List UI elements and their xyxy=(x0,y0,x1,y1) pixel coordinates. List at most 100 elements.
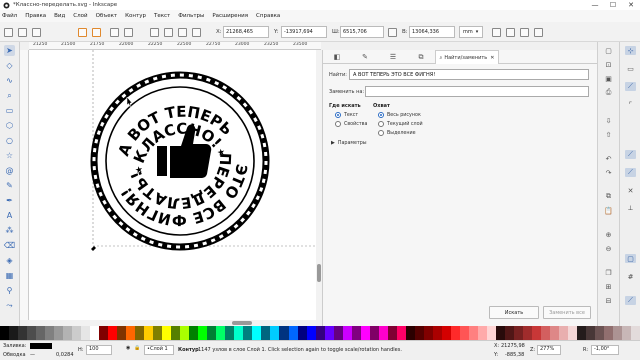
rotation-field[interactable]: -1,00° xyxy=(591,345,619,355)
tweak-tool-icon[interactable]: ∿ xyxy=(4,75,15,86)
palette-swatch[interactable] xyxy=(468,326,478,340)
rectangle-tool-icon[interactable]: ▭ xyxy=(4,105,15,116)
palette-swatch[interactable] xyxy=(117,326,127,340)
palette-swatch[interactable] xyxy=(405,326,415,340)
palette-swatch[interactable] xyxy=(54,326,64,340)
bucket-tool-icon[interactable]: ◈ xyxy=(4,255,15,266)
redo-icon[interactable]: ↷ xyxy=(603,168,614,177)
close-icon[interactable]: ✕ xyxy=(490,55,494,61)
palette-swatch[interactable] xyxy=(99,326,109,340)
pencil-tool-icon[interactable]: ✎ xyxy=(4,180,15,191)
tab-fill-stroke-icon[interactable]: ◧ xyxy=(323,50,351,64)
palette-swatch[interactable] xyxy=(423,326,433,340)
palette-swatch[interactable] xyxy=(153,326,163,340)
search-in-text-radio[interactable]: Текст xyxy=(335,112,358,118)
scrollbar-thumb[interactable] xyxy=(317,264,321,282)
import-icon[interactable]: ⇩ xyxy=(603,116,614,125)
palette-swatch[interactable] xyxy=(36,326,46,340)
fill-swatch[interactable] xyxy=(30,343,52,349)
menu-object[interactable]: Объект xyxy=(96,13,118,19)
palette-swatch[interactable] xyxy=(387,326,397,340)
lock-icon[interactable]: 🔒 xyxy=(134,345,140,355)
palette-swatch[interactable] xyxy=(622,326,632,340)
palette-swatch[interactable] xyxy=(315,326,325,340)
palette-swatch[interactable] xyxy=(18,326,28,340)
deselect-icon[interactable] xyxy=(32,28,41,37)
selector-tool-icon[interactable]: ➤ xyxy=(4,45,15,56)
rotate-cw-icon[interactable] xyxy=(92,28,101,37)
palette-swatch[interactable] xyxy=(477,326,487,340)
node-tool-icon[interactable]: ◇ xyxy=(4,60,15,71)
palette-swatch[interactable] xyxy=(9,326,19,340)
palette-swatch[interactable] xyxy=(171,326,181,340)
palette-swatch[interactable] xyxy=(567,326,577,340)
palette-swatch[interactable] xyxy=(90,326,100,340)
unit-select[interactable]: mm ▾ xyxy=(459,26,483,38)
tab-find-replace[interactable]: ⌕ Найти/заменить ✕ xyxy=(435,50,499,64)
palette-swatch[interactable] xyxy=(450,326,460,340)
ellipse-tool-icon[interactable]: ○ xyxy=(4,135,15,146)
palette-swatch[interactable] xyxy=(279,326,289,340)
palette-swatch[interactable] xyxy=(135,326,145,340)
palette-swatch[interactable] xyxy=(108,326,118,340)
menu-text[interactable]: Текст xyxy=(154,13,170,19)
palette-swatch[interactable] xyxy=(252,326,262,340)
menu-layer[interactable]: Слой xyxy=(73,13,87,19)
flip-vertical-icon[interactable] xyxy=(124,28,133,37)
raise-icon[interactable] xyxy=(164,28,173,37)
palette-swatch[interactable] xyxy=(45,326,55,340)
undo-icon[interactable]: ↶ xyxy=(603,154,614,163)
opacity-field[interactable]: 100 xyxy=(86,345,112,355)
palette-swatch[interactable] xyxy=(306,326,316,340)
snap-enable-icon[interactable]: ⊹ xyxy=(625,46,636,55)
scale-corners-icon[interactable] xyxy=(506,28,515,37)
palette-swatch[interactable] xyxy=(27,326,37,340)
rotate-ccw-icon[interactable] xyxy=(78,28,87,37)
scope-selection-radio[interactable]: Выделение xyxy=(378,130,416,136)
find-button[interactable]: Искать xyxy=(489,306,539,319)
zoom-field[interactable]: 277% xyxy=(537,345,561,355)
zoom-selection-icon[interactable]: ⊕ xyxy=(603,230,614,239)
palette-swatch[interactable] xyxy=(577,326,587,340)
layer-select[interactable]: •Слой 1 xyxy=(144,345,174,355)
palette-swatch[interactable] xyxy=(513,326,523,340)
ungroup-icon[interactable]: ⊟ xyxy=(603,296,614,305)
palette-swatch[interactable] xyxy=(243,326,253,340)
close-button[interactable]: ✕ xyxy=(622,0,640,10)
palette-swatch[interactable] xyxy=(522,326,532,340)
snap-nodes-icon[interactable]: ⟋ xyxy=(625,150,636,159)
palette-swatch[interactable] xyxy=(504,326,514,340)
palette-swatch[interactable] xyxy=(198,326,208,340)
spiral-tool-icon[interactable]: @ xyxy=(4,165,15,176)
flip-horizontal-icon[interactable] xyxy=(110,28,119,37)
menu-help[interactable]: Справка xyxy=(256,13,280,19)
palette-swatch[interactable] xyxy=(144,326,154,340)
find-input[interactable]: А ВОТ ТЕПЕРЬ ЭТО ВСЕ ФИГНЯ! xyxy=(349,69,589,80)
spray-tool-icon[interactable]: ⁂ xyxy=(4,225,15,236)
scope-all-radio[interactable]: Весь рисунок xyxy=(378,112,421,118)
snap-grid-icon[interactable]: # xyxy=(625,272,636,281)
print-icon[interactable]: ⎙ xyxy=(603,88,614,97)
transform-gradients-icon[interactable] xyxy=(520,28,529,37)
maximize-button[interactable]: ☐ xyxy=(604,0,622,10)
palette-swatch[interactable] xyxy=(162,326,172,340)
parameters-expander[interactable]: ▶ Параметры xyxy=(331,140,367,146)
replace-input[interactable] xyxy=(365,86,589,97)
palette-swatch[interactable] xyxy=(63,326,73,340)
duplicate-icon[interactable]: ❐ xyxy=(603,268,614,277)
lock-proportions-icon[interactable] xyxy=(388,28,397,37)
menu-path[interactable]: Контур xyxy=(125,13,146,19)
palette-swatch[interactable] xyxy=(495,326,505,340)
palette-swatch[interactable] xyxy=(288,326,298,340)
scale-stroke-icon[interactable] xyxy=(492,28,501,37)
palette-swatch[interactable] xyxy=(540,326,550,340)
menu-extensions[interactable]: Расширения xyxy=(212,13,248,19)
menu-view[interactable]: Вид xyxy=(54,13,65,19)
palette-swatch[interactable] xyxy=(216,326,226,340)
width-field[interactable]: 6515,706 xyxy=(340,26,384,38)
select-all-icon[interactable] xyxy=(4,28,13,37)
palette-swatch[interactable] xyxy=(234,326,244,340)
snap-bbox-corners-icon[interactable]: ⌜ xyxy=(625,100,636,109)
palette-swatch[interactable] xyxy=(459,326,469,340)
group-icon[interactable]: ⊞ xyxy=(603,282,614,291)
